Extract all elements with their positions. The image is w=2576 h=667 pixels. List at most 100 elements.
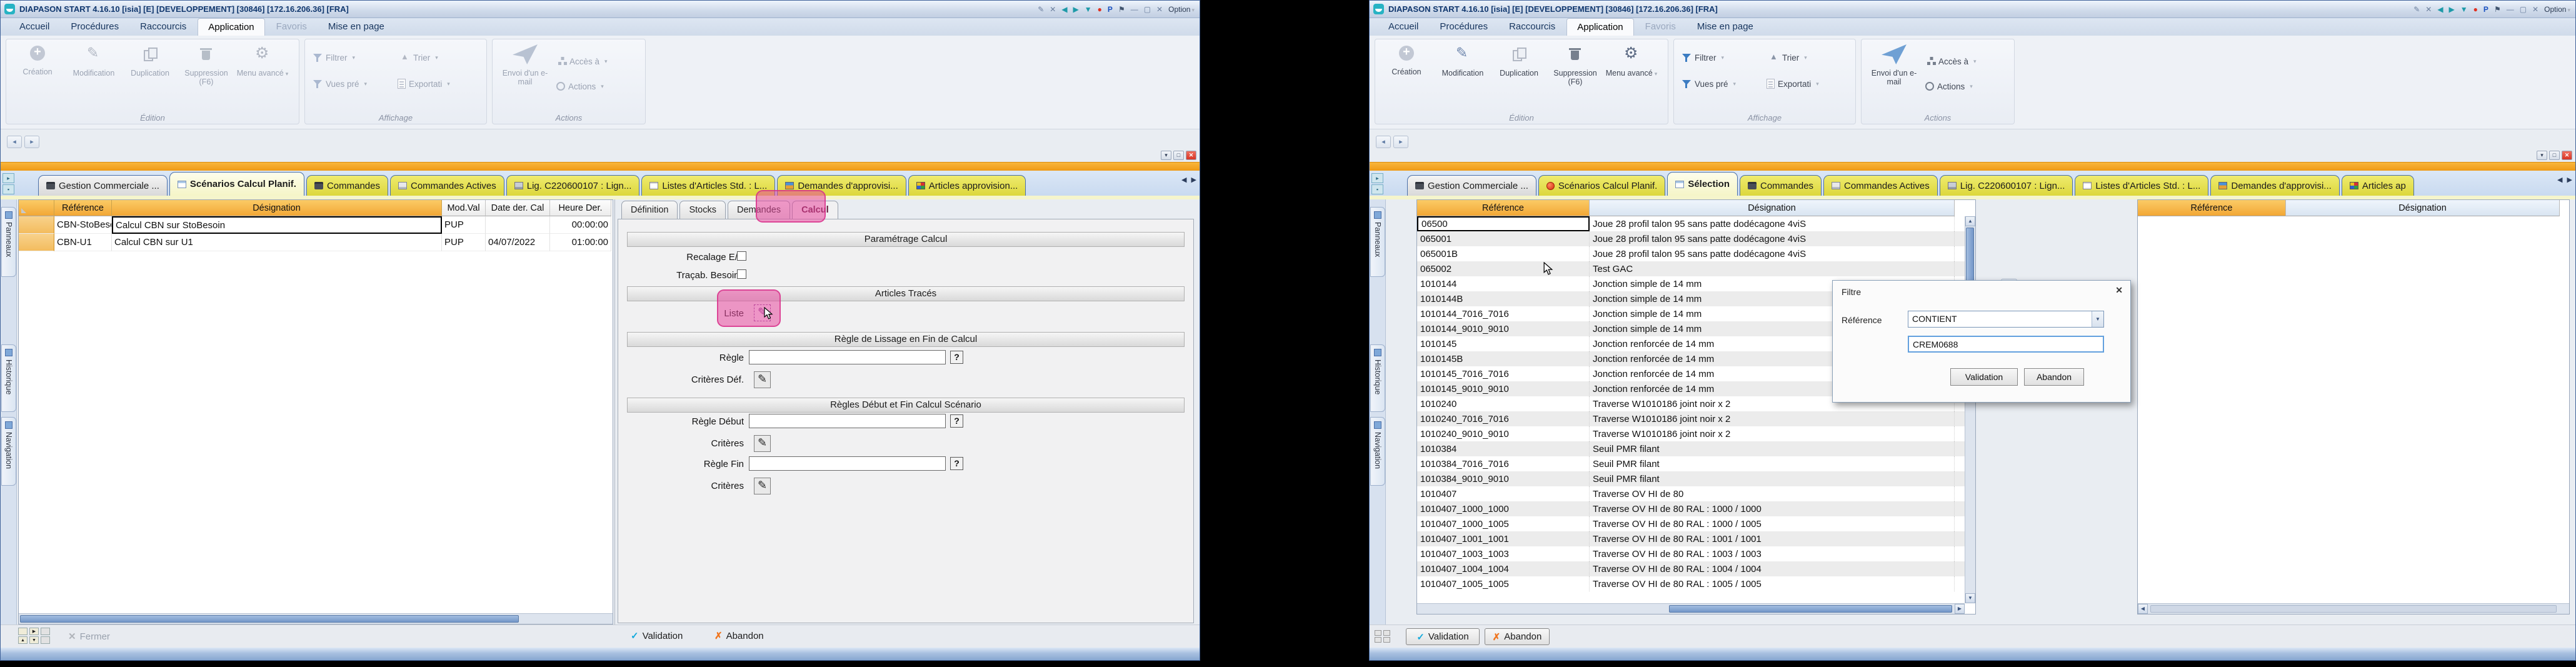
cell-reference[interactable]: 1010144_9010_9010 <box>1417 321 1590 336</box>
table-row[interactable]: 1010407 Traverse OV HI de 80 <box>1417 486 1965 501</box>
actions-button[interactable]: Actions▾ <box>556 79 604 93</box>
document-tab[interactable]: Commandes Actives <box>390 175 504 196</box>
suppression-button[interactable]: Suppression (F6) <box>1548 46 1603 86</box>
cell-designation[interactable]: Joue 28 profil talon 95 sans patte dodéc… <box>1590 231 1955 246</box>
dialog-abandon-button[interactable]: Abandon <box>2024 368 2084 386</box>
column-header-designation[interactable]: Désignation <box>2286 200 2560 216</box>
forward-icon[interactable]: ▶ <box>1073 5 1079 14</box>
cell-designation[interactable]: Calcul CBN sur U1 <box>112 234 442 251</box>
options-menu[interactable]: Option▾ <box>1168 5 1195 14</box>
down-icon[interactable]: ▼ <box>2460 5 2468 14</box>
recalage-checkbox[interactable] <box>737 251 746 261</box>
record-nav-buttons[interactable]: ▶ ▲▼ <box>18 628 51 644</box>
horizontal-scrollbar[interactable]: ◀ <box>2138 603 2569 614</box>
cell-designation[interactable]: Joue 28 profil talon 95 sans patte dodéc… <box>1590 246 1955 261</box>
validation-button[interactable]: ✓ Validation <box>631 630 683 641</box>
flag-icon[interactable]: ⚑ <box>1118 5 1125 14</box>
ribbon-tab[interactable]: Raccourcis <box>1499 18 1565 36</box>
document-tab[interactable]: Lig. C220600107 : Lign... <box>1940 175 2073 196</box>
cell-reference[interactable]: 1010145_9010_9010 <box>1417 381 1590 396</box>
document-tab[interactable]: Listes d'Articles Std. : L... <box>2075 175 2208 196</box>
creation-button[interactable]: Création <box>1379 46 1434 76</box>
document-tab[interactable]: Gestion Commerciale ... <box>38 175 168 196</box>
table-row[interactable]: 1010407_1004_1004 Traverse OV HI de 80 R… <box>1417 561 1965 576</box>
column-header-datecal[interactable]: Date der. Cal <box>486 200 550 216</box>
cell-designation[interactable]: Traverse W1010186 joint noir x 2 <box>1590 426 1955 441</box>
cell-reference[interactable]: 1010407_1000_1005 <box>1417 516 1590 531</box>
document-tab[interactable]: Articles approvision... <box>908 175 1026 196</box>
cell-designation[interactable]: Seuil PMR filant <box>1590 471 1955 486</box>
record-icon[interactable]: ● <box>2473 5 2478 14</box>
cell-designation[interactable]: Seuil PMR filant <box>1590 456 1955 471</box>
child-minimize-icon[interactable]: ▾ <box>1161 151 1171 160</box>
record-nav-buttons[interactable] <box>1375 630 1391 643</box>
document-tab[interactable]: Commandes <box>1740 175 1822 196</box>
cell-reference[interactable]: 065001 <box>1417 231 1590 246</box>
cell-reference[interactable]: 06500 <box>1417 216 1590 231</box>
cell-designation[interactable]: Traverse W1010186 joint noir x 2 <box>1590 411 1955 426</box>
horizontal-scrollbar[interactable] <box>19 613 613 624</box>
creation-button[interactable]: Création <box>10 46 65 76</box>
nav-back-button[interactable]: ◂ <box>7 136 22 148</box>
scroll-down-icon[interactable]: ▼ <box>1965 593 1975 603</box>
options-menu[interactable]: Option▾ <box>2544 5 2570 14</box>
ribbon-tab[interactable]: Mise en page <box>318 18 394 36</box>
dock-tab[interactable]: Panneaux <box>1370 207 1385 277</box>
cell-reference[interactable]: 1010407_1001_1001 <box>1417 531 1590 546</box>
cell-reference[interactable]: 1010145B <box>1417 351 1590 366</box>
cell-designation[interactable]: Traverse OV HI de 80 RAL : 1000 / 1005 <box>1590 516 1955 531</box>
document-tab[interactable]: Sélection <box>1667 172 1738 196</box>
cell-modval[interactable]: PUP <box>442 216 486 234</box>
cell-reference[interactable]: CBN-U1 <box>54 234 112 251</box>
cell-reference[interactable]: 1010240 <box>1417 396 1590 411</box>
document-tab[interactable]: Articles ap <box>2342 175 2414 196</box>
close-icon[interactable]: ✕ <box>1156 5 1163 14</box>
cell-datecal[interactable]: 04/07/2022 <box>486 234 550 251</box>
cell-reference[interactable]: 1010240_9010_9010 <box>1417 426 1590 441</box>
back-icon[interactable]: ◀ <box>1061 5 1067 14</box>
form-tab[interactable]: Stocks <box>679 201 726 219</box>
table-row[interactable]: 1010240_7016_7016 Traverse W1010186 join… <box>1417 411 1965 426</box>
dock-tab[interactable]: Navigation <box>1370 417 1385 486</box>
child-close-icon[interactable]: ✕ <box>2562 151 2572 160</box>
regle-fin-help-button[interactable]: ? <box>950 457 963 470</box>
child-restore-icon[interactable]: □ <box>2549 151 2560 160</box>
document-tab[interactable]: Lig. C220600107 : Lign... <box>506 175 640 196</box>
column-header-designation[interactable]: Désignation <box>112 200 442 216</box>
minimize-icon[interactable]: — <box>2507 5 2514 14</box>
cell-reference[interactable]: 065002 <box>1417 261 1590 276</box>
menu-avance-button[interactable]: Menu avancé▾ <box>235 46 290 78</box>
cell-designation[interactable]: Traverse OV HI de 80 RAL : 1003 / 1003 <box>1590 546 1955 561</box>
cell-designation[interactable]: Traverse OV HI de 80 RAL : 1005 / 1005 <box>1590 576 1955 591</box>
operator-select[interactable]: CONTIENT ▼ <box>1908 311 2104 328</box>
duplication-button[interactable]: Duplication <box>123 46 178 78</box>
envoi-email-button[interactable]: Envoi d'un e-mail <box>498 44 553 86</box>
back-icon[interactable]: ◀ <box>2437 5 2443 14</box>
p-icon[interactable]: P <box>1108 5 1113 14</box>
document-tab[interactable]: Commandes <box>306 175 388 196</box>
trier-button[interactable]: Trier▾ <box>1769 51 1807 64</box>
nav-back-button[interactable]: ◂ <box>1376 136 1391 148</box>
ribbon-tab[interactable]: Procédures <box>61 18 129 36</box>
suppression-button[interactable]: Suppression (F6) <box>179 46 234 86</box>
column-header-heure[interactable]: Heure Der. <box>550 200 611 216</box>
ribbon-tab[interactable]: Raccourcis <box>130 18 196 36</box>
maximize-icon[interactable]: ▢ <box>1144 5 1151 14</box>
column-header-reference[interactable]: Référence <box>1417 200 1590 216</box>
exporter-button[interactable]: Exportati▾ <box>1767 77 1819 91</box>
record-icon[interactable]: ● <box>1098 5 1102 14</box>
row-selector-cell[interactable] <box>19 216 54 234</box>
table-row[interactable]: 1010407_1000_1000 Traverse OV HI de 80 R… <box>1417 501 1965 516</box>
dock-left-icon[interactable]: ▸ <box>3 173 14 183</box>
cell-heure[interactable]: 01:00:00 <box>550 234 611 251</box>
table-row[interactable]: 1010407_1003_1003 Traverse OV HI de 80 R… <box>1417 546 1965 561</box>
table-row[interactable]: 06500 Joue 28 profil talon 95 sans patte… <box>1417 216 1965 231</box>
close-icon[interactable]: ✕ <box>2532 5 2538 14</box>
regle-input[interactable] <box>749 350 946 364</box>
dock-tab[interactable]: Historique <box>1 344 16 412</box>
ribbon-tab[interactable]: Procédures <box>1430 18 1498 36</box>
form-tab[interactable]: Définition <box>621 201 678 219</box>
cell-designation[interactable]: Traverse OV HI de 80 RAL : 1000 / 1000 <box>1590 501 1955 516</box>
cell-reference[interactable]: 1010407_1003_1003 <box>1417 546 1590 561</box>
dock-tab[interactable]: Historique <box>1370 344 1385 412</box>
